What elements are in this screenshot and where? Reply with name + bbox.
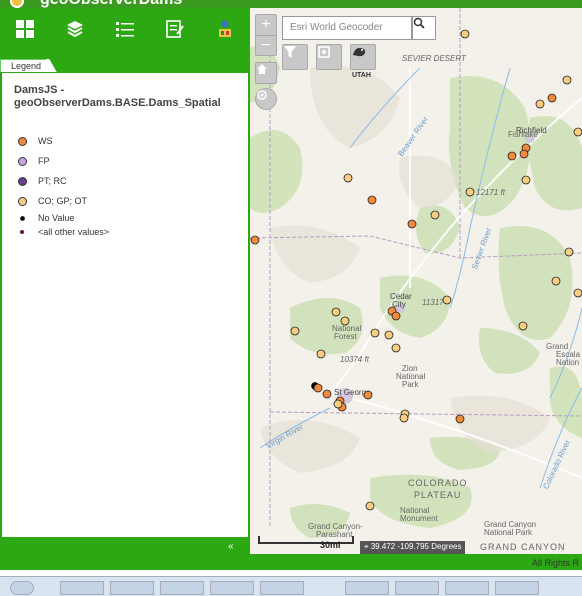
panel-footer [0,538,250,570]
locate-button[interactable] [255,88,277,110]
legend-symbol-other [20,230,24,234]
taskbar-item[interactable] [345,581,389,595]
legend-label: PT; RC [38,176,67,186]
legend-item-pt-rc: PT; RC [18,171,109,191]
zoom-in-button[interactable]: + [256,15,276,35]
toolbar-spacer [0,50,250,58]
title-bar: geoObserverDams [0,0,582,8]
zoom-control: + − [255,14,277,56]
legend-symbol-ws [18,136,27,146]
collapse-panel-button[interactable]: « [228,541,234,552]
map-attribution: All Rights R [532,558,580,568]
map-view[interactable]: SEVIER DESERT Richfield Fishlake 12171 f… [250,8,582,554]
search-icon [413,17,425,29]
home-icon [257,64,267,74]
map-tool-icon[interactable] [200,8,250,50]
map-label: Fishlake [508,130,538,139]
taskbar-item[interactable] [110,581,154,595]
map-label: Forest [334,332,357,341]
map-label: Monument [400,514,438,523]
map-label: City [392,300,406,309]
taskbar-item[interactable] [395,581,439,595]
search-button[interactable] [412,16,436,40]
taskbar [0,576,582,596]
legend-panel: Legend DamsJS - geoObserverDams.BASE.Dam… [0,58,250,538]
legend-symbol-no-value [20,215,25,221]
map-label: Park [402,380,419,389]
coordinates-icon: ⌖ [364,542,371,551]
map-label: National Park [484,528,533,537]
map-label: SEVIER DESERT [402,54,466,63]
taskbar-start-button[interactable] [10,581,34,595]
legend-list: WS FP PT; RC CO; GP; OT No Value <all ot… [18,131,109,239]
home-button[interactable] [255,62,277,84]
taskbar-item[interactable] [60,581,104,595]
map-label: 11317 [422,298,444,307]
legend-symbol-co-gp-ot [18,196,27,206]
layers-icon[interactable] [50,8,100,50]
utah-tool-icon [353,47,366,57]
coordinates-readout: ⌖ 39.472 -109.795 Degrees [360,541,466,554]
legend-item-other: <all other values> [18,225,109,239]
taskbar-item[interactable] [260,581,304,595]
utah-tool-label: UTAH [352,72,371,79]
map-label: PLATEAU [414,490,462,500]
map-label: GRAND CANYON [480,542,566,552]
legend-label: WS [38,136,53,146]
map-label: 12171 ft [476,188,505,197]
legend-item-co-gp-ot: CO; GP; OT [18,191,109,211]
tab-tail [46,59,60,72]
map-label: COLORADO [408,478,468,488]
taskbar-item[interactable] [210,581,254,595]
map-label: St George [334,388,371,397]
map-label: Nation [556,358,580,367]
filter-button[interactable] [282,44,308,70]
tab-strip: Legend [0,58,250,72]
tab-legend[interactable]: Legend [0,59,48,72]
basemap [250,8,582,538]
legend-symbol-fp [18,156,27,166]
taskbar-item[interactable] [445,581,489,595]
extent-button[interactable] [316,44,342,70]
widget-toolbar [0,8,250,50]
legend-label: No Value [38,213,75,223]
coordinates-text: 39.472 -109.795 Degrees [370,542,462,551]
legend-item-ws: WS [18,131,109,151]
locate-icon [257,90,267,100]
search-input[interactable]: Esri World Geocoder [282,16,412,40]
legend-label: CO; GP; OT [38,196,88,206]
taskbar-item[interactable] [495,581,539,595]
utah-tool-button[interactable] [350,44,376,70]
scale-label: 30mi [320,540,341,550]
legend-label: FP [38,156,50,166]
legend-item-fp: FP [18,151,109,171]
zoom-out-button[interactable]: − [256,35,276,55]
extent-icon [318,46,330,58]
grid-icon[interactable] [0,8,50,50]
map-label: 10374 ft [340,355,369,364]
filter-icon [284,46,296,58]
legend-label: <all other values> [38,227,110,237]
app-logo [10,0,24,8]
app-title: geoObserverDams [40,0,182,8]
edit-icon[interactable] [150,8,200,50]
layer-title: DamsJS - geoObserverDams.BASE.Dams_Spati… [14,84,221,109]
legend-item-no-value: No Value [18,211,109,225]
legend-body: DamsJS - geoObserverDams.BASE.Dams_Spati… [1,72,249,538]
list-icon[interactable] [100,8,150,50]
legend-symbol-pt-rc [18,176,27,186]
taskbar-item[interactable] [160,581,204,595]
